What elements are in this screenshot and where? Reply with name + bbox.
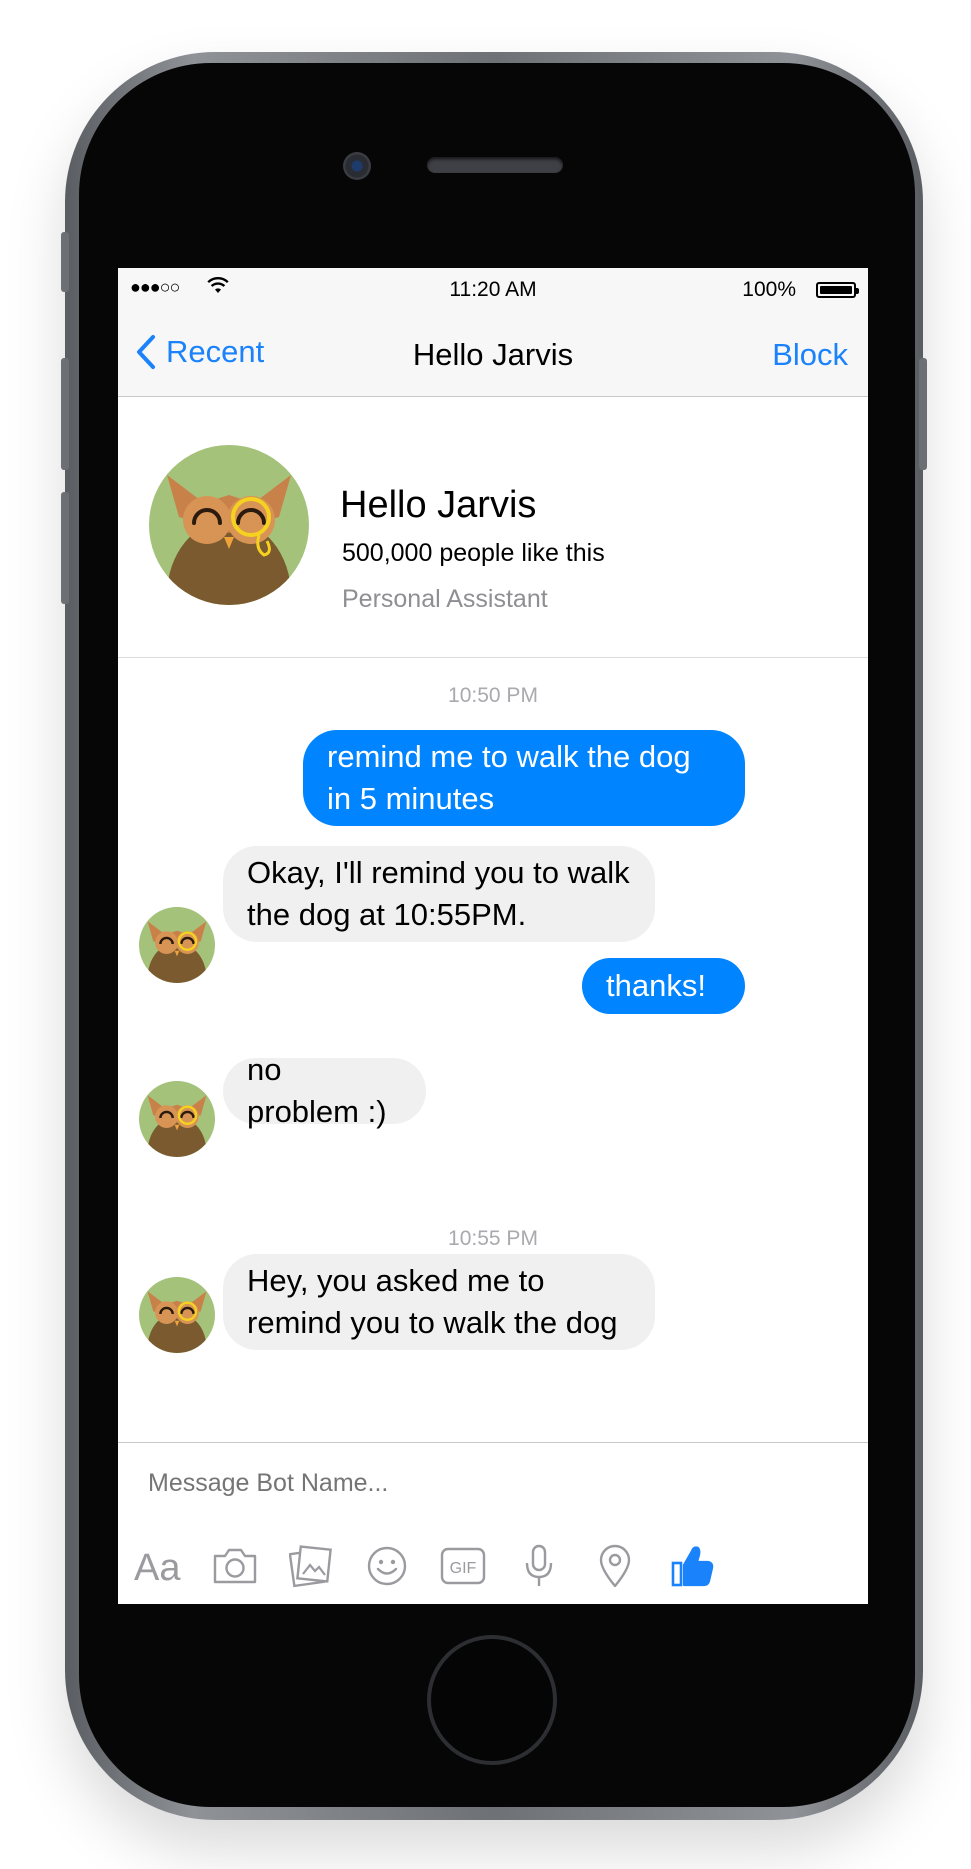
bot-avatar[interactable] xyxy=(139,907,215,983)
message-composer: Aa GIF xyxy=(118,1442,868,1604)
timestamp: 10:50 PM xyxy=(448,684,538,707)
mute-switch xyxy=(61,232,69,292)
front-camera xyxy=(343,152,371,180)
bot-avatar[interactable] xyxy=(139,1081,215,1157)
profile-likes: 500,000 people like this xyxy=(342,539,605,567)
profile-header: Hello Jarvis 500,000 people like this Pe… xyxy=(118,397,868,658)
timestamp: 10:55 PM xyxy=(448,1227,538,1250)
power-button xyxy=(919,358,927,470)
earpiece-speaker xyxy=(427,157,563,173)
screen: ●●●○○ 11:20 AM 100% Recent Hello Jarvis … xyxy=(118,268,868,1604)
volume-down-button xyxy=(61,492,69,604)
profile-name: Hello Jarvis xyxy=(340,484,537,526)
volume-up-button xyxy=(61,358,69,470)
message-bubble-incoming[interactable]: no problem :) xyxy=(223,1052,426,1129)
message-bubble-incoming[interactable]: Hey, you asked me to remind you to walk … xyxy=(223,1254,655,1350)
svg-text:Aa: Aa xyxy=(134,1547,181,1586)
camera-icon[interactable] xyxy=(208,1539,262,1593)
emoji-icon[interactable] xyxy=(360,1539,414,1593)
text-format-icon[interactable]: Aa xyxy=(132,1539,186,1593)
svg-text:GIF: GIF xyxy=(450,1560,477,1577)
gif-icon[interactable]: GIF xyxy=(436,1539,490,1593)
navigation-bar: Recent Hello Jarvis Block xyxy=(118,310,868,397)
microphone-icon[interactable] xyxy=(512,1539,566,1593)
message-bubble-outgoing[interactable]: remind me to walk the dog in 5 minutes xyxy=(303,730,745,826)
status-bar: ●●●○○ 11:20 AM 100% xyxy=(118,268,868,310)
bot-avatar[interactable] xyxy=(139,1277,215,1353)
battery-percentage: 100% xyxy=(742,278,796,301)
battery-icon xyxy=(816,282,859,298)
thumbs-up-icon[interactable] xyxy=(666,1539,720,1593)
location-icon[interactable] xyxy=(588,1539,642,1593)
page-title: Hello Jarvis xyxy=(412,337,574,372)
message-input[interactable] xyxy=(148,1469,828,1498)
owl-avatar[interactable] xyxy=(149,445,309,605)
home-button[interactable] xyxy=(427,1635,557,1765)
message-bubble-incoming[interactable]: Okay, I'll remind you to walk the dog at… xyxy=(223,846,655,942)
block-button[interactable]: Block xyxy=(772,337,848,373)
profile-category: Personal Assistant xyxy=(342,585,548,613)
message-bubble-outgoing[interactable]: thanks! xyxy=(582,958,745,1014)
photo-gallery-icon[interactable] xyxy=(284,1539,338,1593)
